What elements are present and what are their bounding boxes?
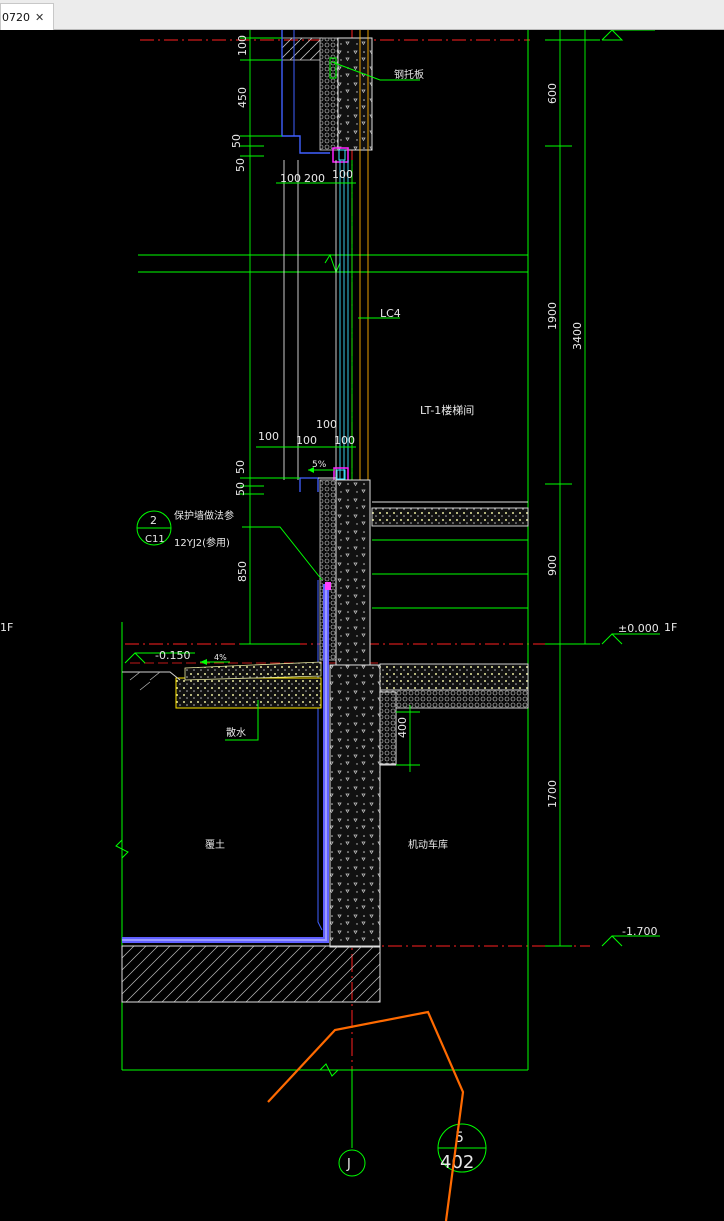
dim-3400: 3400 — [571, 322, 584, 350]
dim-50-c: 50 — [234, 460, 247, 474]
elevation-m0150: -0.150 — [155, 649, 190, 662]
dim-100-h2: 100 — [332, 168, 353, 181]
elevation-0000: ±0.000 — [618, 622, 659, 635]
dim-50-a: 50 — [230, 134, 243, 148]
dim-100-s2: 100 — [296, 434, 317, 447]
dim-100-h: 100 — [280, 172, 301, 185]
dim-1900: 1900 — [546, 302, 559, 330]
main-wall — [121, 479, 420, 1003]
label-backfill: 覆土 — [205, 838, 225, 851]
cad-drawing-canvas[interactable]: 100 450 50 50 100 200 100 100 100 100 10… — [0, 30, 724, 1221]
markup-pen-stroke — [267, 1010, 465, 1221]
label-stairwell: LT-1楼梯间 — [420, 403, 474, 417]
dim-850: 850 — [236, 561, 249, 582]
tab-bar: 0720 ✕ — [0, 0, 724, 30]
elevation-m1700: -1.700 — [622, 925, 657, 938]
dim-400: 400 — [396, 717, 409, 738]
dim-100-s4: 100 — [334, 434, 355, 447]
file-tab-title: 0720 — [2, 10, 30, 24]
dimension-lines-right — [396, 30, 600, 947]
dim-100-s1: 100 — [258, 430, 279, 443]
slope-bottom: 4% — [214, 653, 227, 662]
label-waterproof-ref: 保护墙做法参 — [174, 509, 234, 522]
slope-arrows: 5% 4% — [200, 460, 334, 665]
waterproof-layer — [122, 580, 331, 943]
label-lc4: LC4 — [380, 307, 401, 320]
detail-ref-bubble[interactable]: 5 402 — [437, 1123, 487, 1173]
label-standard-ref: 12YJ2(参用) — [174, 536, 230, 549]
dim-450: 450 — [236, 87, 249, 108]
dim-1700: 1700 — [546, 780, 559, 808]
elevation-markers — [124, 30, 660, 947]
dim-50-d: 50 — [234, 482, 247, 496]
detail-ref-sheet: 402 — [440, 1152, 474, 1173]
grid-axis-label: J — [346, 1157, 351, 1172]
dim-200-h: 200 — [304, 172, 325, 185]
dim-50-b: 50 — [234, 158, 247, 172]
slope-top: 5% — [312, 460, 327, 470]
dim-100-s3: 100 — [316, 418, 337, 431]
label-garage: 机动车库 — [408, 838, 448, 851]
floor-label-right: 1F — [664, 621, 677, 634]
callout-number: 2 — [150, 514, 157, 527]
dim-900: 900 — [546, 555, 559, 576]
grid-axis-bubble[interactable]: J — [338, 1149, 366, 1177]
label-blind-ditch: 散水 — [226, 726, 246, 739]
file-tab[interactable]: 0720 ✕ — [0, 3, 54, 30]
upper-wall — [281, 30, 373, 163]
callout-sheet: C11 — [145, 534, 165, 545]
floor-label-left: 1F — [0, 621, 13, 634]
detail-callout[interactable]: 2 C11 — [136, 510, 172, 546]
dim-100-top: 100 — [236, 35, 249, 56]
dim-600: 600 — [546, 83, 559, 104]
ground-outside — [122, 661, 322, 709]
label-steel-plate: 钢托板 — [394, 68, 424, 81]
close-icon[interactable]: ✕ — [35, 11, 44, 24]
